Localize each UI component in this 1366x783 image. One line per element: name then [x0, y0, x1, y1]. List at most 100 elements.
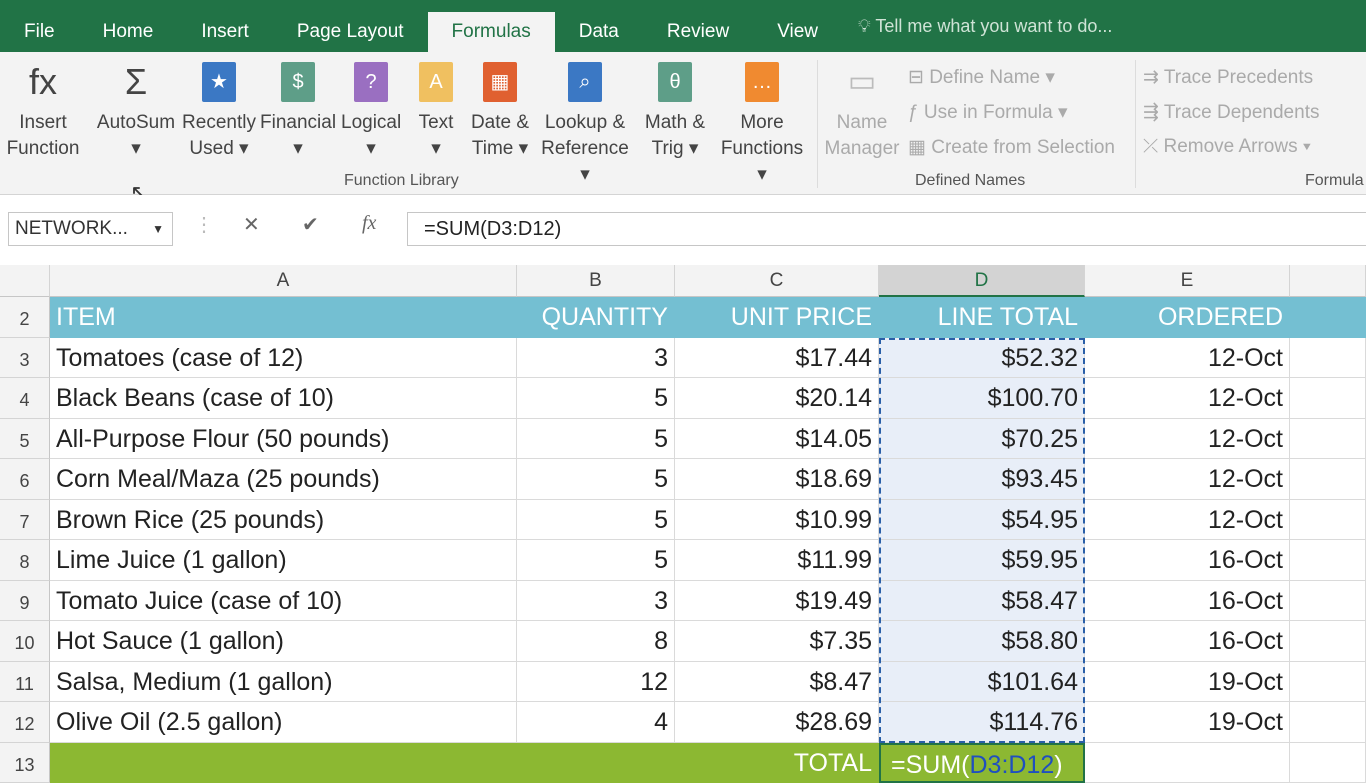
tab-file[interactable]: File [0, 0, 79, 52]
remove-arrows-button[interactable]: ⤫ Remove Arrows ▾ [1143, 136, 1311, 158]
name-manager-button[interactable]: ▭ Name Manager [822, 60, 902, 162]
cell[interactable] [1290, 662, 1366, 703]
cell[interactable] [1290, 702, 1366, 743]
active-cell-formula[interactable]: =SUM(D3:D12) [879, 743, 1085, 783]
cell[interactable]: $54.95 [879, 500, 1085, 541]
cell[interactable]: 5 [517, 419, 675, 460]
cell[interactable]: Salsa, Medium (1 gallon) [50, 662, 517, 703]
cell[interactable]: 3 [517, 581, 675, 622]
cell[interactable]: $10.99 [675, 500, 879, 541]
cell[interactable] [1290, 378, 1366, 419]
column-header-D[interactable]: D [879, 265, 1085, 297]
row-header[interactable]: 10 [0, 621, 50, 662]
cell[interactable]: $28.69 [675, 702, 879, 743]
trace-precedents-button[interactable]: ⇉ Trace Precedents [1143, 66, 1313, 89]
cell[interactable]: 8 [517, 621, 675, 662]
financial-button[interactable]: $Financial▾ [260, 60, 336, 162]
cell[interactable]: 12-Oct [1085, 500, 1290, 541]
row-header[interactable]: 9 [0, 581, 50, 622]
cell[interactable] [1085, 743, 1290, 783]
row-header[interactable]: 13 [0, 743, 50, 783]
enter-check-icon[interactable]: ✔ [302, 212, 319, 237]
header-cell[interactable]: LINE TOTAL [879, 297, 1085, 338]
cell[interactable] [1290, 540, 1366, 581]
cell[interactable] [517, 743, 675, 783]
total-label[interactable]: TOTAL [675, 743, 879, 783]
header-cell[interactable]: QUANTITY [517, 297, 675, 338]
name-box[interactable]: NETWORK...▼ [8, 212, 173, 246]
tab-home[interactable]: Home [79, 0, 178, 52]
cell[interactable] [1290, 743, 1366, 783]
cell[interactable]: 12-Oct [1085, 378, 1290, 419]
chevron-down-icon[interactable]: ▼ [152, 213, 164, 245]
row-header[interactable]: 6 [0, 459, 50, 500]
cell[interactable]: 12-Oct [1085, 459, 1290, 500]
cell[interactable] [1290, 338, 1366, 379]
cell[interactable]: Tomato Juice (case of 10) [50, 581, 517, 622]
cell[interactable]: Tomatoes (case of 12) [50, 338, 517, 379]
cell[interactable]: $7.35 [675, 621, 879, 662]
cell[interactable]: 3 [517, 338, 675, 379]
cell[interactable]: $18.69 [675, 459, 879, 500]
use-in-formula-button[interactable]: ƒ Use in Formula ▾ [908, 101, 1068, 124]
math-button[interactable]: θMath &Trig ▾ [640, 60, 710, 162]
cell[interactable] [50, 743, 517, 783]
header-cell[interactable]: UNIT PRICE [675, 297, 879, 338]
cell[interactable]: 5 [517, 540, 675, 581]
cell[interactable]: Hot Sauce (1 gallon) [50, 621, 517, 662]
cell[interactable]: 16-Oct [1085, 540, 1290, 581]
insert-button[interactable]: fxInsertFunction [4, 60, 82, 162]
trace-dependents-button[interactable]: ⇶ Trace Dependents [1143, 101, 1319, 124]
cell[interactable]: 19-Oct [1085, 662, 1290, 703]
cell[interactable]: $8.47 [675, 662, 879, 703]
text-button[interactable]: AText▾ [414, 60, 458, 162]
cell[interactable]: 12 [517, 662, 675, 703]
row-header[interactable]: 11 [0, 662, 50, 703]
tab-page-layout[interactable]: Page Layout [273, 0, 428, 52]
lookup-button[interactable]: ⌕Lookup &Reference ▾ [537, 60, 633, 188]
cell[interactable]: $114.76 [879, 702, 1085, 743]
create-from-selection-button[interactable]: ▦ Create from Selection [908, 136, 1115, 159]
cell[interactable]: All-Purpose Flour (50 pounds) [50, 419, 517, 460]
row-header[interactable]: 7 [0, 500, 50, 541]
cell[interactable]: 5 [517, 378, 675, 419]
date-button[interactable]: ▦Date &Time ▾ [466, 60, 534, 162]
cell[interactable]: $17.44 [675, 338, 879, 379]
cell[interactable]: 16-Oct [1085, 621, 1290, 662]
cell[interactable]: 5 [517, 500, 675, 541]
cell[interactable] [1290, 581, 1366, 622]
cell[interactable] [1290, 621, 1366, 662]
cell[interactable] [1290, 419, 1366, 460]
autosum-button[interactable]: ΣAutoSum▾ [96, 60, 176, 162]
header-cell[interactable]: ORDERED [1085, 297, 1290, 338]
recently-button[interactable]: ★RecentlyUsed ▾ [181, 60, 257, 162]
tab-review[interactable]: Review [643, 0, 753, 52]
cancel-icon[interactable]: ✕ [243, 212, 260, 237]
column-header-E[interactable]: E [1085, 265, 1290, 297]
column-header-B[interactable]: B [517, 265, 675, 297]
cell[interactable]: $19.49 [675, 581, 879, 622]
row-header[interactable]: 4 [0, 378, 50, 419]
cell[interactable] [1290, 500, 1366, 541]
header-cell[interactable]: ITEM [50, 297, 517, 338]
cell[interactable]: $100.70 [879, 378, 1085, 419]
cell[interactable]: Olive Oil (2.5 gallon) [50, 702, 517, 743]
row-header[interactable]: 3 [0, 338, 50, 379]
cell[interactable] [1290, 459, 1366, 500]
cell[interactable]: $59.95 [879, 540, 1085, 581]
cell[interactable]: 12-Oct [1085, 419, 1290, 460]
row-header[interactable]: 8 [0, 540, 50, 581]
column-header-F[interactable] [1290, 265, 1366, 297]
cell[interactable]: Brown Rice (25 pounds) [50, 500, 517, 541]
cell[interactable]: $58.80 [879, 621, 1085, 662]
logical-button[interactable]: ?Logical▾ [341, 60, 401, 162]
cell[interactable]: Black Beans (case of 10) [50, 378, 517, 419]
cell[interactable]: $58.47 [879, 581, 1085, 622]
insert-function-icon[interactable]: fx [362, 212, 376, 235]
cell[interactable]: 19-Oct [1085, 702, 1290, 743]
row-header[interactable]: 2 [0, 297, 50, 338]
column-header-A[interactable]: A [50, 265, 517, 297]
cell[interactable]: $14.05 [675, 419, 879, 460]
cell[interactable]: Lime Juice (1 gallon) [50, 540, 517, 581]
cell[interactable]: 12-Oct [1085, 338, 1290, 379]
